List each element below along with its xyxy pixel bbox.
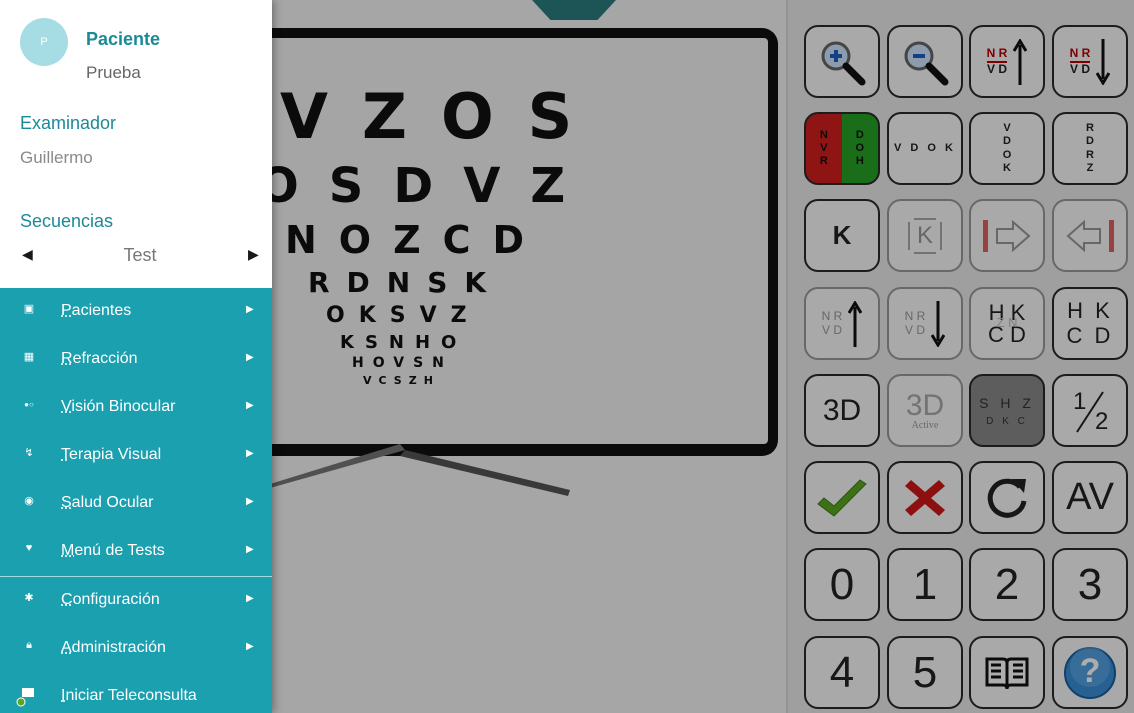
chevron-right-icon: ▶ <box>246 641 254 652</box>
menu-item-administracion[interactable]: 🔒︎ Administración ▶ <box>0 625 272 673</box>
heart-icon: ♥ <box>25 542 33 554</box>
sequence-prev-icon[interactable]: ◀ <box>22 246 38 266</box>
menu-item-label: Administración <box>61 639 166 656</box>
sequence-value: Test <box>123 245 157 265</box>
examiner-name: Guillermo <box>20 148 93 167</box>
grid-icon: ▦ <box>23 351 35 363</box>
menu-item-label: Pacientes <box>61 302 132 319</box>
therapy-icon: ↯ <box>24 447 34 459</box>
menu-item-label: Iniciar Teleconsulta <box>61 687 197 704</box>
navigation-drawer: P Paciente Prueba Examinador Guillermo S… <box>0 0 272 713</box>
id-card-icon: ▣ <box>23 303 35 315</box>
menu-item-salud-ocular[interactable]: ◉ Salud Ocular ▶ <box>0 480 272 528</box>
menu-item-label: Refracción <box>61 350 138 367</box>
chevron-right-icon: ▶ <box>246 448 254 459</box>
menu-item-label: Configuración <box>61 591 160 608</box>
menu-item-label: Visión Binocular <box>61 398 176 415</box>
gear-icon: ✱ <box>24 592 34 604</box>
menu-item-refraccion[interactable]: ▦ Refracción ▶ <box>0 336 272 384</box>
menu-item-vision-binocular[interactable]: ●○ Visión Binocular ▶ <box>0 384 272 432</box>
lock-icon: 🔒︎ <box>26 639 32 651</box>
menu-item-configuracion[interactable]: ✱ Configuración ▶ <box>0 577 272 625</box>
menu-item-menu-de-tests[interactable]: ♥ Menú de Tests ▶ <box>0 528 272 576</box>
sequence-next-icon[interactable]: ▶ <box>248 246 264 266</box>
patient-surname: Prueba <box>86 63 141 82</box>
eye-icon: ◉ <box>24 495 34 507</box>
menu-item-pacientes[interactable]: ▣ Pacientes ▶ <box>0 288 272 336</box>
chevron-right-icon: ▶ <box>246 496 254 507</box>
chevron-right-icon: ▶ <box>246 352 254 363</box>
chevron-right-icon: ▶ <box>246 593 254 604</box>
drawer-menu: ▣ Pacientes ▶ ▦ Refracción ▶ ●○ Visión B… <box>0 288 272 713</box>
menu-item-iniciar-teleconsulta[interactable]: Iniciar Teleconsulta <box>0 673 272 713</box>
binocular-icon: ●○ <box>24 400 34 409</box>
examiner-label: Examinador <box>20 113 117 133</box>
menu-item-terapia-visual[interactable]: ↯ Terapia Visual ▶ <box>0 432 272 480</box>
chevron-right-icon: ▶ <box>246 400 254 411</box>
chevron-right-icon: ▶ <box>246 304 254 315</box>
menu-item-label: Salud Ocular <box>61 494 154 511</box>
avatar[interactable]: P <box>20 18 68 66</box>
menu-item-label: Menú de Tests <box>61 542 165 559</box>
sequences-label: Secuencias <box>20 211 114 231</box>
patient-name: Paciente <box>86 29 161 49</box>
menu-item-label: Terapia Visual <box>61 446 162 463</box>
chevron-right-icon: ▶ <box>246 544 254 555</box>
teleconsult-icon <box>16 687 34 707</box>
